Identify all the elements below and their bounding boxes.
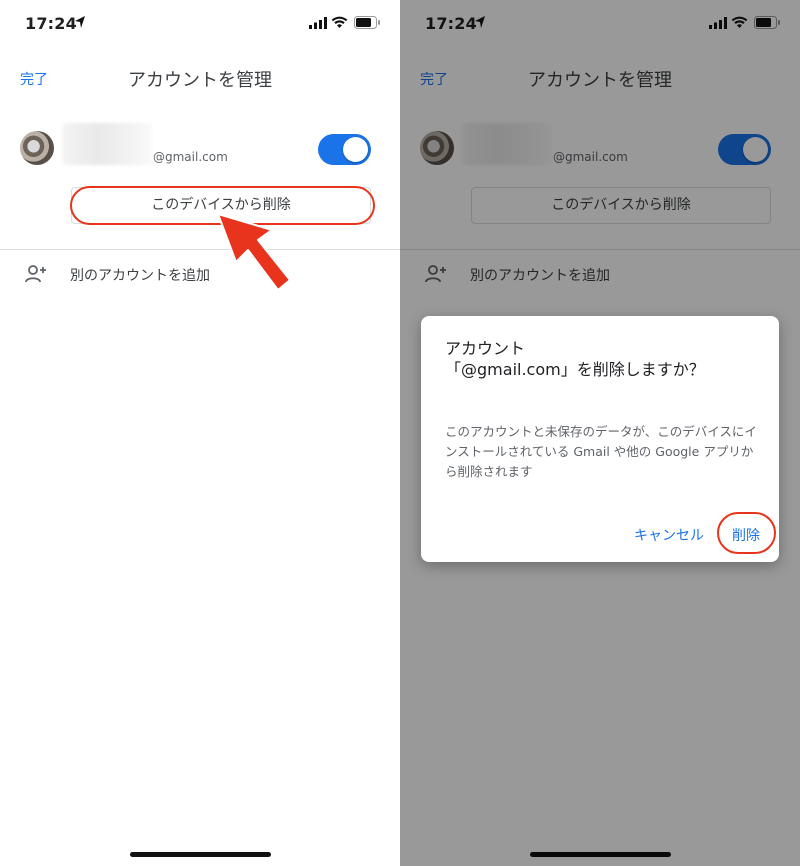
- red-arrow-icon: [217, 213, 291, 291]
- done-button[interactable]: 完了: [20, 69, 48, 89]
- dialog-title-close: 」を削除しますか？: [560, 360, 705, 379]
- dialog-title-open: 「: [445, 360, 462, 379]
- dialog-title: アカウント 「@gmail.com」を削除しますか？: [445, 338, 765, 382]
- add-account-label: 別のアカウントを追加: [70, 268, 210, 284]
- delete-button[interactable]: 削除: [732, 525, 760, 545]
- battery-icon: [354, 16, 380, 29]
- account-toggle[interactable]: [318, 134, 371, 165]
- screen-delete-dialog: 17:24 アカウントを管理 完了 @gmail.com このデバイスから削除 …: [400, 0, 800, 866]
- location-arrow-icon: [75, 16, 85, 28]
- status-time: 17:24: [25, 14, 77, 33]
- cancel-button[interactable]: キャンセル: [634, 525, 704, 545]
- add-account-button[interactable]: 別のアカウントを追加: [0, 254, 400, 294]
- status-bar: 17:24: [0, 0, 400, 50]
- screen-manage-accounts: 17:24 アカウントを管理 完了 @gmail.com このデバイスから削除 …: [0, 0, 400, 866]
- home-indicator: [130, 852, 271, 857]
- person-add-icon: [25, 265, 46, 283]
- delete-account-dialog: アカウント 「@gmail.com」を削除しますか？ このアカウントと未保存のデ…: [421, 316, 779, 562]
- toggle-knob: [343, 137, 368, 162]
- wifi-icon: [331, 16, 348, 28]
- avatar: [20, 131, 54, 165]
- dialog-title-email: @gmail.com: [461, 360, 561, 379]
- page-title: アカウントを管理: [128, 70, 272, 91]
- divider: [0, 249, 400, 250]
- dialog-message: このアカウントと未保存のデータが、このデバイスにインストールされている Gmai…: [445, 424, 757, 479]
- dialog-title-prefix: アカウント: [445, 339, 526, 358]
- account-row: @gmail.com: [0, 118, 400, 178]
- cellular-signal-icon: [309, 17, 327, 29]
- nav-bar: アカウントを管理 完了: [0, 58, 400, 98]
- account-name-redacted: [62, 123, 152, 165]
- account-email: @gmail.com: [153, 150, 228, 164]
